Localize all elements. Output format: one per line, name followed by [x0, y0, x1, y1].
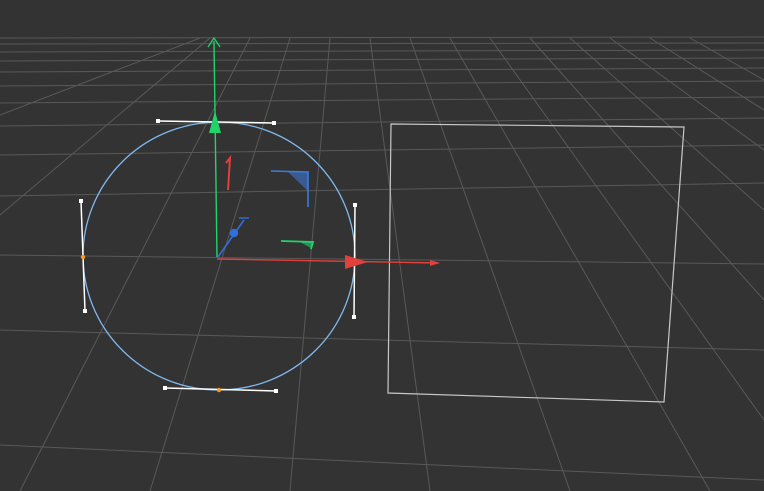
z-axis-dot-icon[interactable] — [229, 228, 239, 238]
grid-line — [289, 37, 331, 491]
grid-line — [0, 42, 764, 45]
spline-point[interactable] — [216, 387, 222, 393]
grid-line — [0, 80, 764, 87]
grid-line — [0, 182, 764, 197]
grid-line — [0, 49, 764, 53]
xy-plane-handle[interactable] — [270, 170, 309, 207]
grid-line — [689, 37, 764, 81]
grid-line — [449, 37, 711, 491]
grid-line — [0, 329, 764, 351]
x-axis-handle[interactable] — [216, 255, 440, 269]
floor-grid — [0, 36, 764, 491]
grid-line — [649, 37, 764, 111]
xz-plane-handle[interactable] — [280, 240, 315, 250]
grid-line — [0, 96, 764, 104]
move-gizmo[interactable] — [207, 36, 440, 269]
grid-line — [0, 144, 764, 156]
viewport-canvas[interactable] — [0, 0, 764, 491]
grid-line — [0, 57, 764, 62]
spline-point[interactable] — [80, 254, 86, 260]
x-axis-arrow-icon[interactable] — [345, 255, 368, 269]
grid-line — [0, 444, 764, 481]
yz-plane-handle[interactable] — [225, 154, 232, 191]
z-axis-handle[interactable] — [217, 217, 249, 258]
grid-line — [0, 37, 211, 216]
grid-line — [529, 37, 764, 301]
grid-line — [369, 37, 431, 491]
3d-viewport[interactable] — [0, 0, 764, 491]
grid-line — [149, 37, 291, 491]
grid-line — [0, 37, 201, 116]
grid-line — [489, 37, 764, 421]
grid-line — [0, 36, 764, 39]
